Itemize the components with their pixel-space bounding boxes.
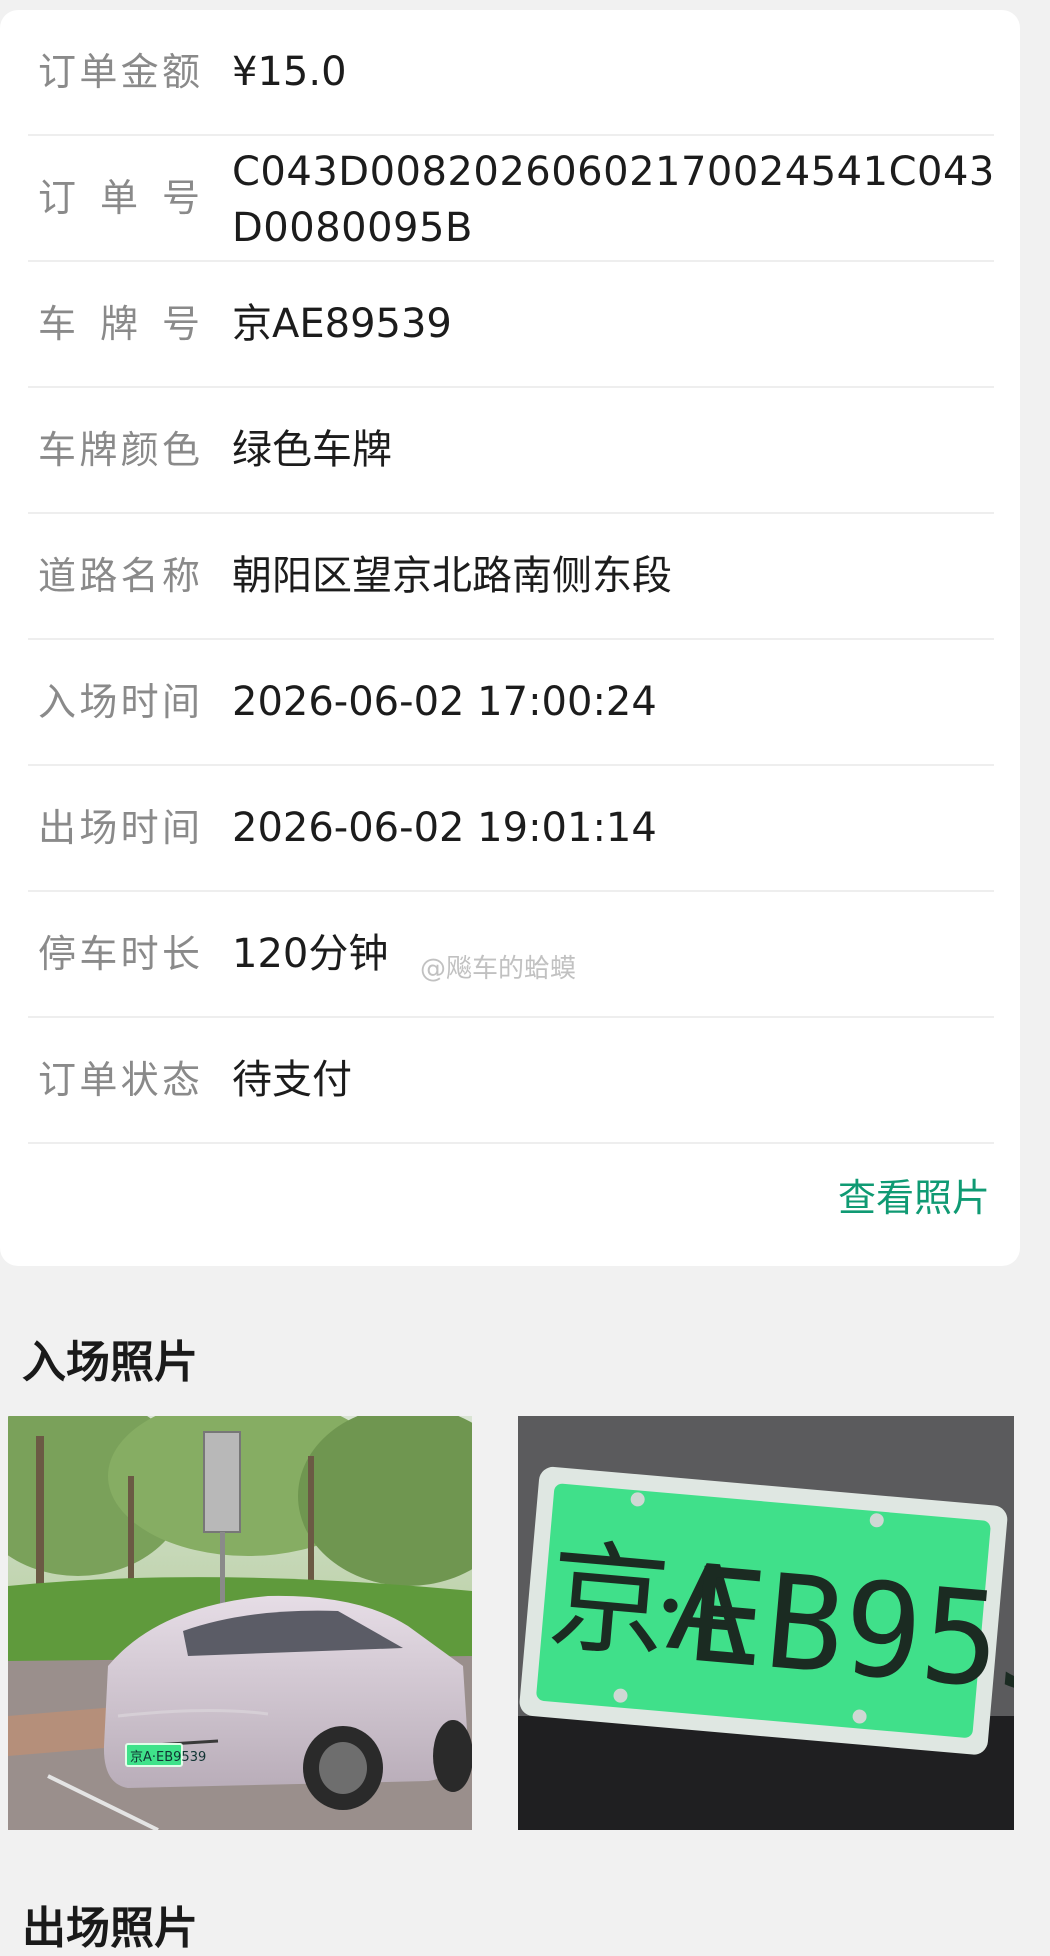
entry-time-row: 入场时间 2026-06-02 17:00:24 bbox=[28, 640, 994, 766]
order-status-row: 订单状态 待支付 bbox=[28, 1018, 994, 1144]
order-number-label: 订 单 号 bbox=[38, 176, 200, 220]
plate-color-row: 车牌颜色 绿色车牌 bbox=[28, 388, 994, 514]
order-amount-row: 订单金额 ¥15.0 bbox=[28, 10, 994, 136]
entry-photo-plate[interactable]: 京A EB9539 bbox=[518, 1416, 1014, 1830]
plate-color-label: 车牌颜色 bbox=[38, 428, 200, 472]
entry-photo-title: 入场照片 bbox=[22, 1337, 198, 1388]
plate-color-value: 绿色车牌 bbox=[232, 427, 392, 473]
road-name-value: 朝阳区望京北路南侧东段 bbox=[232, 553, 672, 599]
exit-time-label: 出场时间 bbox=[38, 806, 200, 850]
view-photo-link[interactable]: 查看照片 bbox=[838, 1170, 990, 1226]
plate-number-label: 车 牌 号 bbox=[38, 302, 200, 346]
entry-photo-car[interactable]: 京A·EB9539 bbox=[8, 1416, 472, 1830]
plate-number-row: 车 牌 号 京AE89539 bbox=[28, 262, 994, 388]
order-number-row: 订 单 号 C043D00820260602170024541C043D0080… bbox=[28, 136, 994, 262]
watermark: @飚车的蛤蟆 bbox=[420, 954, 577, 984]
exit-photo-title: 出场照片 bbox=[22, 1903, 198, 1954]
road-name-row: 道路名称 朝阳区望京北路南侧东段 bbox=[28, 514, 994, 640]
order-detail-card: 订单金额 ¥15.0 订 单 号 C043D008202606021700245… bbox=[0, 10, 1020, 1266]
order-amount-label: 订单金额 bbox=[38, 50, 200, 94]
order-amount-value: ¥15.0 bbox=[232, 49, 347, 95]
svg-text:京A·EB9539: 京A·EB9539 bbox=[130, 1750, 206, 1765]
exit-time-value: 2026-06-02 19:01:14 bbox=[232, 805, 657, 851]
entry-time-value: 2026-06-02 17:00:24 bbox=[232, 679, 657, 725]
parking-duration-label: 停车时长 bbox=[38, 932, 200, 976]
order-status-label: 订单状态 bbox=[38, 1058, 200, 1102]
road-name-label: 道路名称 bbox=[38, 554, 200, 598]
plate-number-value: 京AE89539 bbox=[232, 301, 452, 347]
entry-time-label: 入场时间 bbox=[38, 680, 200, 724]
order-status-value: 待支付 bbox=[232, 1057, 352, 1103]
exit-time-row: 出场时间 2026-06-02 19:01:14 bbox=[28, 766, 994, 892]
order-number-value: C043D00820260602170024541C043D0080095B bbox=[232, 149, 995, 251]
parking-duration-value: 120分钟 bbox=[232, 931, 389, 977]
